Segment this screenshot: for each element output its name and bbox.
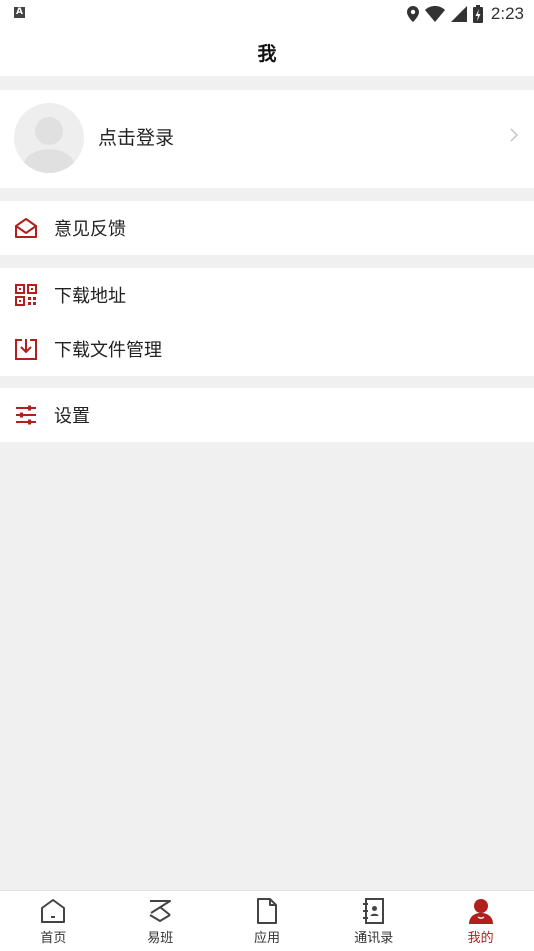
bottom-tab-bar: 首页 易班 应用 通讯录 我的	[0, 890, 534, 951]
tab-contacts[interactable]: 通讯录	[320, 891, 427, 951]
download-address-label: 下载地址	[54, 286, 126, 307]
status-bar: A 2:23	[0, 0, 534, 28]
app-header: 我	[0, 28, 534, 76]
feedback-group: 意见反馈	[0, 201, 534, 255]
document-icon	[256, 898, 277, 924]
tab-home-label: 首页	[40, 931, 67, 946]
signal-icon	[450, 6, 467, 22]
sliders-icon	[16, 405, 36, 425]
download-tray-icon	[15, 339, 37, 360]
yiban-icon	[149, 900, 172, 922]
login-label[interactable]: 点击登录	[98, 123, 174, 150]
wifi-icon	[424, 6, 445, 22]
settings-group: 设置	[0, 388, 534, 442]
tab-me-label: 我的	[467, 931, 494, 946]
chevron-right-icon	[510, 128, 518, 142]
login-card[interactable]: 点击登录	[0, 90, 534, 188]
feedback-label: 意见反馈	[54, 219, 126, 240]
tab-contacts-label: 通讯录	[354, 931, 394, 946]
avatar	[14, 103, 84, 173]
qr-code-icon	[15, 284, 37, 306]
feedback-item[interactable]: 意见反馈	[0, 201, 534, 255]
status-icons: 2:23	[406, 3, 524, 25]
tab-yiban[interactable]: 易班	[107, 891, 214, 951]
home-icon	[41, 899, 66, 923]
tab-me[interactable]: 我的	[427, 891, 534, 951]
contacts-icon	[362, 898, 384, 924]
download-files-label: 下载文件管理	[54, 340, 162, 361]
battery-icon	[472, 5, 483, 23]
download-files-item[interactable]: 下载文件管理	[0, 322, 534, 376]
download-group: 下载地址 下载文件管理	[0, 268, 534, 376]
settings-item[interactable]: 设置	[0, 388, 534, 442]
page-title: 我	[257, 42, 277, 65]
envelope-icon	[15, 218, 37, 238]
tab-yiban-label: 易班	[147, 931, 174, 946]
status-time: 2:23	[490, 4, 524, 23]
download-address-item[interactable]: 下载地址	[0, 268, 534, 322]
settings-label: 设置	[54, 406, 90, 427]
tab-apps[interactable]: 应用	[214, 891, 321, 951]
tab-apps-label: 应用	[253, 931, 280, 946]
tab-home[interactable]: 首页	[0, 891, 107, 951]
location-icon	[406, 6, 419, 22]
person-icon	[468, 899, 493, 924]
notification-icon: A	[14, 7, 25, 18]
